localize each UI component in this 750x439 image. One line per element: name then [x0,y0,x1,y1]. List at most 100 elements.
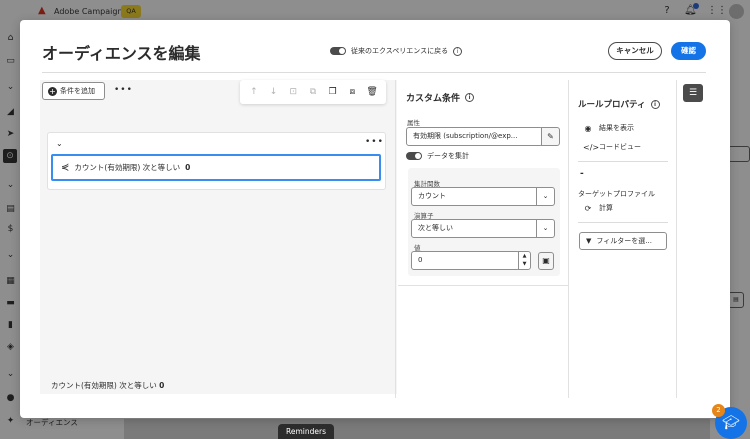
chevron-down-icon[interactable]: ⌄ [5,180,16,191]
copy-icon[interactable]: ❐ [327,86,339,98]
offer-icon[interactable]: $ [5,224,16,235]
delete-icon[interactable]: 🗑︎ [366,86,378,98]
group-icon[interactable]: ⊡ [287,86,299,98]
home-icon[interactable]: ⌂ [5,33,16,44]
shield-icon[interactable]: ◈ [5,342,16,353]
add-condition-label: 条件を追加 [60,87,95,95]
attribute-input[interactable]: 有効期限 (subscription/@exp... [406,127,543,146]
condition-group: ⌄ ••• ⋞ カウント(有効期限) 次と等しい 0 [47,132,386,190]
summary-value: 0 [159,381,165,390]
value-stepper[interactable]: ▲ ▼ [518,251,531,270]
left-navigation: ⌂ ▭ ⌄ ◢ ➤ ⊙ ⌄ ▤ $ ⌄ ▦ ▬ ▮ ◈ ⌄ ● ✦ [0,24,20,439]
chevron-down-icon[interactable]: ⌄ [5,82,16,93]
adobe-logo-icon: ▲ [38,5,46,16]
more-options-icon[interactable]: ••• [114,85,133,95]
audiences-icon[interactable]: ✦ [5,416,16,427]
canvas-toolbar: ↑ ↓ ⊡ ⧉ ❐ ⧈ 🗑︎ [240,80,386,104]
chevron-down-icon: ⌄ [536,220,554,237]
code-icon: </> [583,142,600,152]
send-icon[interactable]: ➤ [5,129,16,140]
summary-text: カウント(有効期限) 次と等しい [51,381,157,390]
custom-condition-heading: カスタム条件 [406,94,461,104]
avatar[interactable] [729,4,744,19]
operator-value: 次と等しい [418,224,453,232]
folder-icon[interactable]: ▬ [5,298,16,309]
divider [42,72,706,73]
ungroup-icon[interactable]: ⧉ [307,86,319,98]
move-down-icon[interactable]: ↓ [268,86,280,98]
edit-audience-dialog: オーディエンスを編集 従来のエクスペリエンスに戻る i キャンセル 確認 + 条… [20,20,730,418]
refresh-icon: ⟳ [584,203,592,213]
cancel-button[interactable]: キャンセル [608,42,662,60]
help-icon[interactable]: ? [661,5,673,17]
reminders-tab[interactable]: Reminders [278,424,334,439]
message-icon[interactable]: ▤ [5,204,16,215]
chevron-down-icon[interactable]: ⌄ [5,369,16,380]
operator-select[interactable]: 次と等しい ⌄ [411,219,555,238]
divider [395,80,396,398]
eye-icon: ◉ [584,123,592,133]
info-icon[interactable]: i [650,99,660,109]
info-icon[interactable]: i [465,93,475,102]
attribute-label: 属性 [407,119,420,127]
filter-button-label: フィルターを選... [596,237,652,245]
table-icon[interactable]: ▦ [5,276,16,287]
agg-function-select[interactable]: カウント ⌄ [411,187,555,206]
background-bar [124,419,710,439]
help-badge: 2 [712,404,725,417]
reports-icon[interactable]: ▮ [5,320,16,331]
page-title: オーディエンスを編集 [42,44,201,63]
plus-icon: + [48,86,57,96]
profile-count-value: - [580,169,584,179]
background-button: ▤ [728,292,744,308]
filter-icon: ▼ [586,237,592,245]
legacy-toggle-label: 従来のエクスペリエンスに戻る [351,47,449,55]
campaign-icon[interactable]: ◢ [5,107,16,118]
background-button [728,146,750,162]
divider [676,80,677,398]
toggle-switch[interactable] [406,152,422,160]
code-view-label: コードビュー [599,143,641,151]
show-results-label: 結果を表示 [599,124,634,132]
condition-text: カウント(有効期限) 次と等しい [74,163,181,172]
rule-properties-heading: ルールプロパティ [578,100,646,110]
add-condition-button[interactable]: + 条件を追加 [42,82,105,100]
compute-link[interactable]: ⟳ 計算 [583,203,613,213]
divider [578,161,668,162]
legacy-experience-toggle[interactable]: 従来のエクスペリエンスに戻る i [330,46,463,56]
explorer-icon[interactable]: ▭ [5,56,16,67]
share-icon: ⋞ [61,162,70,173]
divider [578,222,668,223]
value-input[interactable]: 0 [411,251,520,270]
audience-nav-icon[interactable]: ⊙ [3,149,17,163]
show-results-link[interactable]: ◉ 結果を表示 [583,123,635,133]
move-up-icon[interactable]: ↑ [248,86,260,98]
save-value-icon[interactable]: ▣ [538,252,554,270]
condition-item[interactable]: ⋞ カウント(有効期限) 次と等しい 0 [51,154,381,181]
aggregate-toggle-label: データを集計 [427,152,469,160]
divider [568,80,569,398]
code-view-link[interactable]: </> コードビュー [583,142,641,152]
app-name: Adobe Campaign [54,7,123,16]
aggregate-data-toggle[interactable]: データを集計 [406,151,469,161]
profile-icon[interactable]: ● [5,393,16,404]
target-profile-label: ターゲットプロファイル [578,190,655,198]
rule-summary: カウント(有効期限) 次と等しい 0 [51,380,164,391]
nav-audiences-label[interactable]: オーディエンス [26,417,78,428]
chevron-down-icon[interactable]: ⌄ [56,139,63,148]
apps-grid-icon[interactable]: ⋮⋮ [707,5,727,17]
agg-function-value: カウント [418,192,446,200]
settings-sliders-icon[interactable]: ☰ [683,84,703,102]
select-filter-button[interactable]: ▼ フィルターを選... [579,232,667,250]
confirm-button[interactable]: 確認 [671,42,706,60]
duplicate-icon[interactable]: ⧈ [346,86,358,98]
rule-properties-title: ルールプロパティ i [578,98,660,110]
edit-attribute-button[interactable]: ✎ [541,127,560,146]
rule-builder-canvas: + 条件を追加 ••• ↑ ↓ ⊡ ⧉ ❐ ⧈ 🗑︎ ⌄ ••• ⋞ カウント(… [40,80,397,394]
chevron-down-icon[interactable]: ⌄ [5,250,16,261]
environment-badge: QA [121,5,141,18]
info-icon[interactable]: i [453,46,463,56]
more-options-icon[interactable]: ••• [365,137,384,147]
condition-value: 0 [185,163,191,172]
toggle-switch[interactable] [330,47,346,55]
